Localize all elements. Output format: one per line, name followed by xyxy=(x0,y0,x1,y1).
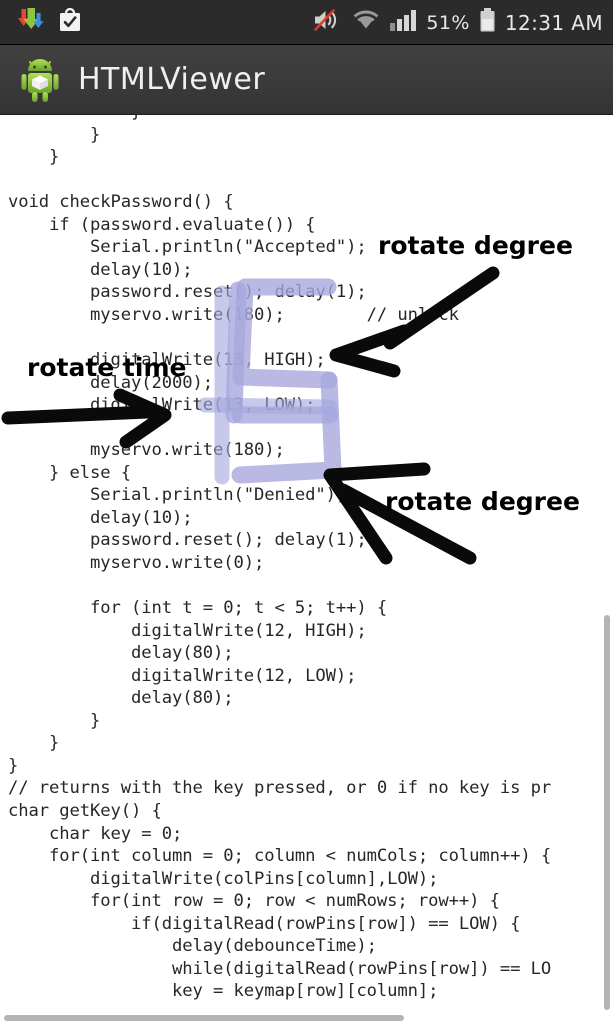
status-bar: 51% 12:31 AM xyxy=(0,0,613,45)
vertical-scrollbar[interactable] xyxy=(604,615,610,1010)
volume-muted-icon xyxy=(313,7,343,38)
battery-percent-label: 51% xyxy=(426,11,470,34)
play-store-bag-icon xyxy=(58,7,82,38)
horizontal-scrollbar[interactable] xyxy=(4,1015,404,1021)
status-bar-right-icons: 51% 12:31 AM xyxy=(313,0,603,45)
source-code-text: } } } void checkPassword() { if (passwor… xyxy=(8,115,552,1002)
android-robot-icon xyxy=(18,56,62,104)
webview-content[interactable]: } } } void checkPassword() { if (passwor… xyxy=(0,115,613,1024)
downloads-icon xyxy=(18,7,44,38)
cellular-signal-icon xyxy=(389,8,417,37)
wifi-icon xyxy=(352,8,380,37)
android-screen: 51% 12:31 AM HTMLViewer}} void checkPa… xyxy=(0,0,613,1024)
app-title-bar: HTMLViewer xyxy=(0,45,613,115)
battery-icon xyxy=(479,7,496,38)
clock-label: 12:31 AM xyxy=(504,10,603,35)
status-bar-left-icons xyxy=(18,0,82,45)
app-title-label: HTMLViewer xyxy=(78,62,266,97)
